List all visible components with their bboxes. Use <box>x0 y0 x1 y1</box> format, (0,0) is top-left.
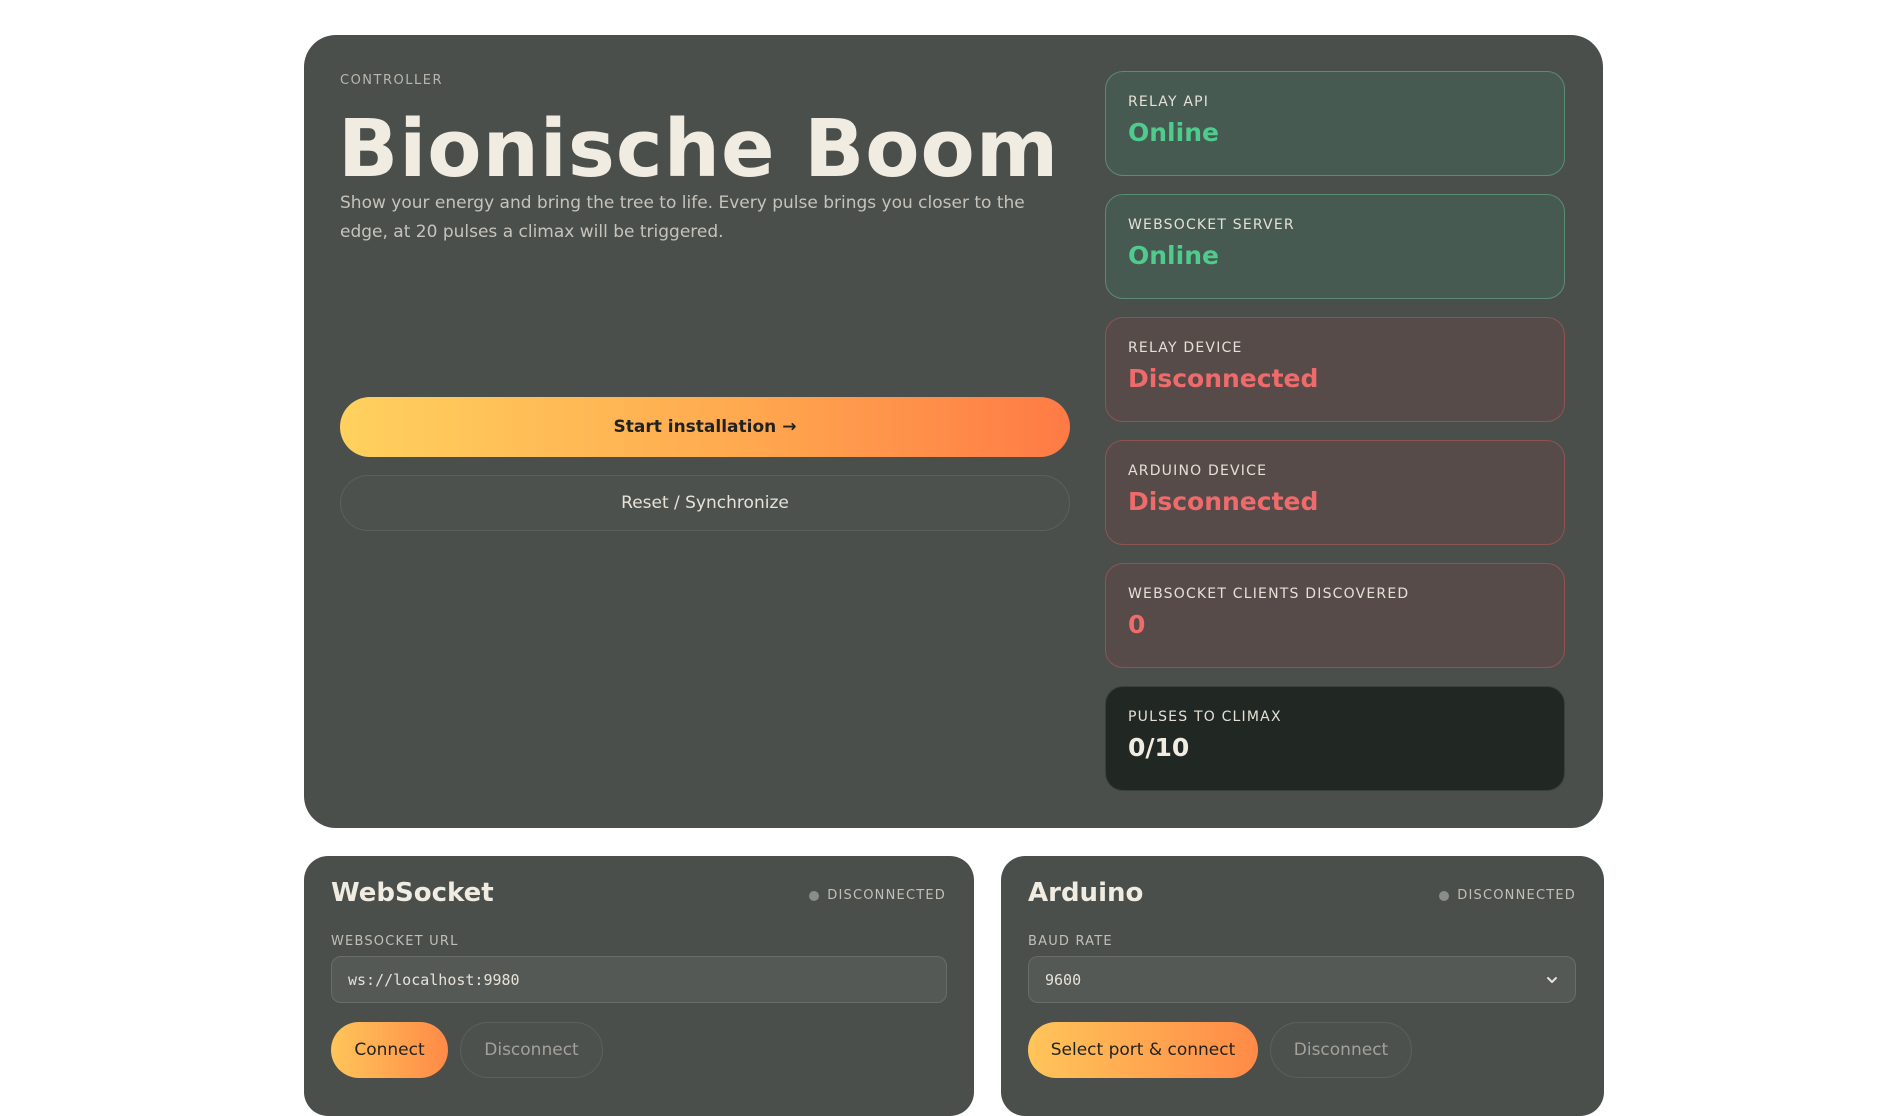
websocket-connect-button[interactable]: Connect <box>331 1022 448 1078</box>
status-value: 0 <box>1128 610 1146 639</box>
status-card-websocket-clients: WEBSOCKET CLIENTS DISCOVERED 0 <box>1105 563 1565 668</box>
status-value: 0/10 <box>1128 733 1190 762</box>
start-installation-label: Start installation <box>613 417 777 437</box>
status-value: Online <box>1128 118 1219 147</box>
controller-description: Show your energy and bring the tree to l… <box>340 193 1025 242</box>
arduino-status-badge: DISCONNECTED <box>1439 888 1576 903</box>
arduino-panel-title: Arduino <box>1028 878 1144 908</box>
controller-card: CONTROLLER Bionische Boom Show your ener… <box>304 35 1603 828</box>
status-label: WEBSOCKET CLIENTS DISCOVERED <box>1128 586 1410 602</box>
websocket-panel-title: WebSocket <box>331 878 494 908</box>
websocket-url-label: WEBSOCKET URL <box>331 934 459 949</box>
status-value: Online <box>1128 241 1219 270</box>
status-dot-icon <box>1439 890 1450 901</box>
status-card-arduino-device: ARDUINO DEVICE Disconnected <box>1105 440 1565 545</box>
arduino-disconnect-button[interactable]: Disconnect <box>1270 1022 1412 1078</box>
controller-eyebrow: CONTROLLER <box>340 73 443 88</box>
websocket-url-input[interactable]: ws://localhost:9980 <box>331 956 947 1003</box>
websocket-status-badge: DISCONNECTED <box>809 888 946 903</box>
start-installation-button[interactable]: Start installation → <box>340 397 1070 457</box>
status-label: PULSES TO CLIMAX <box>1128 709 1282 725</box>
status-card-pulses-to-climax: PULSES TO CLIMAX 0/10 <box>1105 686 1565 791</box>
status-label: WEBSOCKET SERVER <box>1128 217 1295 233</box>
websocket-status-text: DISCONNECTED <box>827 888 946 903</box>
websocket-disconnect-button[interactable]: Disconnect <box>460 1022 603 1078</box>
baud-rate-label: BAUD RATE <box>1028 934 1113 949</box>
status-label: RELAY API <box>1128 94 1210 110</box>
status-card-relay-device: RELAY DEVICE Disconnected <box>1105 317 1565 422</box>
websocket-url-value: ws://localhost:9980 <box>348 970 520 989</box>
arduino-panel: Arduino DISCONNECTED BAUD RATE 9600 Sele… <box>1001 856 1604 1116</box>
arrow-right-icon: → <box>782 417 797 437</box>
status-label: RELAY DEVICE <box>1128 340 1243 356</box>
baud-rate-select[interactable]: 9600 <box>1028 956 1576 1003</box>
status-dot-icon <box>809 890 820 901</box>
page-title: Bionische Boom <box>338 103 1060 195</box>
chevron-down-icon <box>1547 976 1557 983</box>
arduino-status-text: DISCONNECTED <box>1457 888 1576 903</box>
select-port-connect-button[interactable]: Select port & connect <box>1028 1022 1258 1078</box>
status-value: Disconnected <box>1128 364 1319 393</box>
status-card-websocket-server: WEBSOCKET SERVER Online <box>1105 194 1565 299</box>
status-value: Disconnected <box>1128 487 1319 516</box>
status-label: ARDUINO DEVICE <box>1128 463 1268 479</box>
reset-synchronize-button[interactable]: Reset / Synchronize <box>340 475 1070 531</box>
status-card-relay-api: RELAY API Online <box>1105 71 1565 176</box>
baud-rate-value: 9600 <box>1045 970 1082 989</box>
websocket-panel: WebSocket DISCONNECTED WEBSOCKET URL ws:… <box>304 856 974 1116</box>
status-list: RELAY API Online WEBSOCKET SERVER Online… <box>1105 71 1565 809</box>
